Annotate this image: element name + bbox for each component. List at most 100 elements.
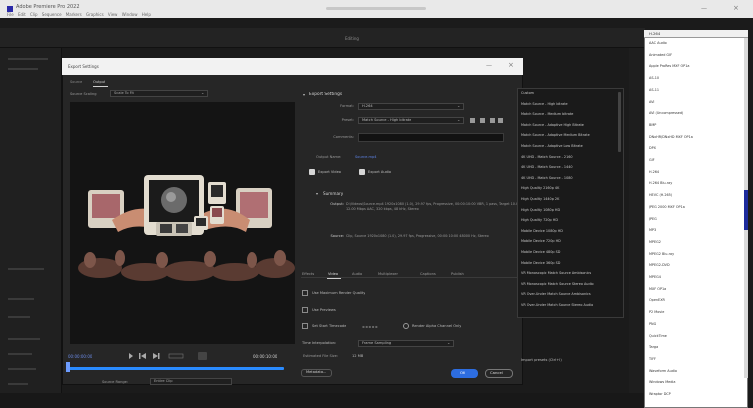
title-bar-search[interactable] <box>326 7 426 10</box>
app-menu-bar[interactable]: File Edit Clip Sequence Markers Graphics… <box>7 12 151 17</box>
preset-list-item[interactable]: Mobile Device 1080p HD <box>521 229 617 233</box>
comments-input[interactable] <box>358 133 504 142</box>
preset-list-item[interactable]: VR Monoscopic Match Source Stereo Audio <box>521 282 617 286</box>
format-list-item[interactable]: HEVC (H.265) <box>649 193 739 197</box>
format-list-item[interactable]: DNxHR/DNxHD MXF OP1a <box>649 135 739 139</box>
preset-list-item[interactable]: Mobile Device 720p HD <box>521 239 617 243</box>
format-list-item[interactable]: OpenEXR <box>649 298 739 302</box>
use-previews-checkbox[interactable] <box>302 307 308 313</box>
preset-list-item[interactable]: Mobile Device 480p SD <box>521 250 617 254</box>
format-list-item[interactable]: JPEG 2000 MXF OP1a <box>649 205 739 209</box>
format-list-item[interactable]: Targa <box>649 345 739 349</box>
timecode-input[interactable]: ▪▪▪▪▪ <box>362 324 378 329</box>
import-presets-link[interactable]: Import presets (Ctrl+I) <box>521 358 562 362</box>
format-list-item[interactable]: DPX <box>649 146 739 150</box>
format-list-item[interactable]: AAC Audio <box>649 41 739 45</box>
minimize-icon[interactable]: — <box>701 5 707 12</box>
format-list-item[interactable]: MPEG2 Blu-ray <box>649 252 739 256</box>
render-alpha-checkbox[interactable] <box>403 323 409 329</box>
format-list-item[interactable]: MPEG4 <box>649 275 739 279</box>
interpolation-value: Frame Sampling <box>362 341 392 345</box>
format-list-item[interactable]: AS-10 <box>649 76 739 80</box>
preset-list-item[interactable]: Match Source - High bitrate <box>521 102 617 106</box>
max-render-quality-checkbox[interactable] <box>302 290 308 296</box>
preset-list-item[interactable]: 4K UHD - Match Source - 2160 <box>521 155 617 159</box>
format-list-item[interactable]: TIFF <box>649 357 739 361</box>
format-list-item[interactable]: P2 Movie <box>649 310 739 314</box>
preset-list-item[interactable]: High Quality 1440p 2K <box>521 197 617 201</box>
dialog-minimize-icon[interactable]: — <box>486 62 492 69</box>
format-list-item[interactable]: AVI (Uncompressed) <box>649 111 739 115</box>
timecode-start[interactable]: 00:00:00:00 <box>68 354 92 359</box>
export-audio-checkbox[interactable] <box>359 169 365 175</box>
tab-multiplexer[interactable]: Multiplexer <box>378 272 398 276</box>
preset-list-scrollbar[interactable] <box>618 92 621 152</box>
preset-list-item[interactable]: Match Source - Medium bitrate <box>521 112 617 116</box>
format-value: H.264 <box>362 104 373 108</box>
workspace-bar <box>0 28 645 48</box>
tab-video[interactable]: Video <box>328 272 338 276</box>
close-icon[interactable]: × <box>733 4 739 12</box>
format-list-item[interactable]: AS-11 <box>649 88 739 92</box>
format-list-item[interactable]: PNG <box>649 322 739 326</box>
format-list-item[interactable]: H.264 Blu-ray <box>649 181 739 185</box>
format-list-item[interactable]: Animated GIF <box>649 53 739 57</box>
format-list-item[interactable]: GIF <box>649 158 739 162</box>
export-video-checkbox[interactable] <box>309 169 315 175</box>
set-start-timecode-checkbox[interactable] <box>302 323 308 329</box>
summary-source-text: Clip, Source 1920x1080 (1.0), 29.97 fps,… <box>346 234 489 238</box>
dialog-title: Export Settings <box>68 64 99 69</box>
dialog-close-icon[interactable]: × <box>508 61 514 69</box>
tab-captions[interactable]: Captions <box>420 272 436 276</box>
tab-audio[interactable]: Audio <box>352 272 362 276</box>
output-name-link[interactable]: Source.mp4 <box>355 155 377 159</box>
format-list-item[interactable]: AVI <box>649 100 739 104</box>
preset-list-item[interactable]: 4K UHD - Match Source - 1440 <box>521 165 617 169</box>
preset-list-item[interactable]: 4K UHD - Match Source - 1080 <box>521 176 617 180</box>
export-video-label: Export Video <box>318 170 341 174</box>
metadata-button-label: Metadata... <box>306 370 327 374</box>
format-select[interactable] <box>358 103 464 110</box>
format-list-item[interactable]: MPEG2 <box>649 240 739 244</box>
format-list-scroll-thumb[interactable] <box>744 190 748 230</box>
format-list-item[interactable]: MP3 <box>649 228 739 232</box>
preset-list-item[interactable]: High Quality 1080p HD <box>521 208 617 212</box>
use-previews-label: Use Previews <box>312 308 336 312</box>
format-list-item[interactable]: QuickTime <box>649 334 739 338</box>
format-list-item[interactable]: Windows Media <box>649 380 739 384</box>
source-range-bar[interactable] <box>68 367 284 370</box>
format-list-item[interactable]: MPEG2-DVD <box>649 263 739 267</box>
preset-list-item[interactable]: VR Over-Under Match Source Ambisonics <box>521 292 617 296</box>
format-list-item[interactable]: H.264 <box>649 170 739 174</box>
project-panel <box>0 48 62 408</box>
format-list-item[interactable]: Waveform Audio <box>649 369 739 373</box>
format-list-item[interactable]: JPEG <box>649 217 739 221</box>
preset-list-item[interactable]: Mobile Device 360p SD <box>521 261 617 265</box>
preset-list-item[interactable]: Custom <box>521 91 617 95</box>
preset-list-item[interactable]: Match Source - Adaptive High Bitrate <box>521 123 617 127</box>
timecode-end[interactable]: 00:00:10:00 <box>253 354 277 359</box>
format-list-item[interactable]: BMP <box>649 123 739 127</box>
format-list-item[interactable]: MXF OP1a <box>649 287 739 291</box>
chevron-down-icon[interactable]: ▾ <box>316 191 318 196</box>
preset-actions[interactable] <box>468 117 504 124</box>
chevron-down-icon[interactable]: ▾ <box>303 92 305 97</box>
preset-list-item[interactable]: Match Source - Adaptive Medium Bitrate <box>521 133 617 137</box>
workspace-tab-editing[interactable]: Editing <box>345 36 359 41</box>
preset-list-item[interactable]: Match Source - Adaptive Low Bitrate <box>521 144 617 148</box>
preview-frame-image <box>70 160 295 285</box>
tab-effects[interactable]: Effects <box>302 272 314 276</box>
cancel-button-label: Cancel <box>490 370 503 375</box>
tab-publish[interactable]: Publish <box>451 272 464 276</box>
format-list-item[interactable]: Wraptor DCP <box>649 392 739 396</box>
format-list-item[interactable]: Apple ProRes MXF OP1a <box>649 64 739 68</box>
preset-list-item[interactable]: VR Monoscopic Match Source Ambisonics <box>521 271 617 275</box>
preset-list-item[interactable]: High Quality 2160p 4K <box>521 186 617 190</box>
fit-zoom-button[interactable] <box>198 352 207 360</box>
tab-output[interactable]: Output <box>93 80 105 84</box>
tab-source[interactable]: Source <box>70 80 82 84</box>
transport-controls[interactable] <box>127 353 187 359</box>
preset-list-item[interactable]: High Quality 720p HD <box>521 218 617 222</box>
playhead-handle[interactable] <box>66 362 70 372</box>
preset-list-item[interactable]: VR Over-Under Match Source Stereo Audio <box>521 303 617 307</box>
